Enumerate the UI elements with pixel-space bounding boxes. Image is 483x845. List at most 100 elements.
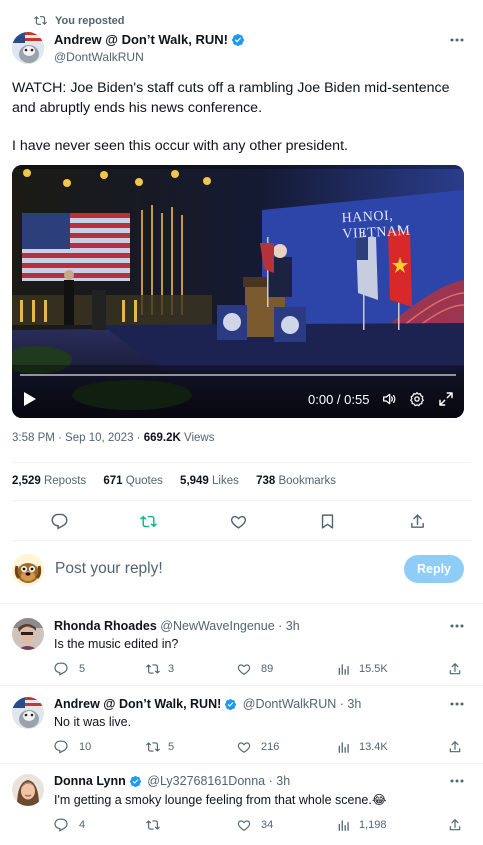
fullscreen-icon[interactable] bbox=[438, 391, 454, 407]
divider bbox=[0, 685, 483, 686]
author-handle[interactable]: @DontWalkRUN bbox=[54, 50, 144, 64]
verified-badge-icon bbox=[129, 775, 142, 791]
reply-actions: 5 3 89 15.5K bbox=[54, 662, 464, 678]
divider bbox=[0, 603, 483, 604]
current-user-avatar[interactable] bbox=[12, 554, 44, 586]
share-icon[interactable] bbox=[448, 662, 462, 676]
views-chart-icon bbox=[337, 740, 351, 754]
divider bbox=[12, 540, 471, 541]
reply-text: Is the music edited in? bbox=[54, 637, 179, 651]
repost-action[interactable] bbox=[146, 818, 166, 832]
reply-actions: 4 34 1,198 bbox=[54, 818, 464, 834]
more-options-icon[interactable] bbox=[448, 34, 466, 46]
reply-count: 5 bbox=[79, 663, 86, 675]
reply-action-icon[interactable] bbox=[51, 513, 68, 530]
reply-count: 10 bbox=[79, 741, 92, 753]
post-time-date[interactable]: 3:58 PM · Sep 10, 2023 · bbox=[12, 432, 144, 444]
post-timestamp[interactable]: 3:58 PM · Sep 10, 2023 · 669.2K Views bbox=[12, 432, 214, 444]
reply-author-avatar[interactable] bbox=[12, 774, 44, 806]
more-options-icon[interactable] bbox=[448, 775, 466, 787]
reply-handle-time[interactable]: @DontWalkRUN · 3h bbox=[243, 697, 362, 711]
author-name-row[interactable]: Andrew @ Don’t Walk, RUN! bbox=[54, 32, 245, 50]
divider bbox=[12, 500, 471, 501]
post-stats-row: 2,529 Reposts 671 Quotes 5,949 Likes 738… bbox=[12, 475, 336, 487]
repost-icon bbox=[34, 14, 47, 27]
repost-action[interactable]: 5 bbox=[146, 740, 174, 754]
views-action[interactable]: 15.5K bbox=[337, 662, 388, 676]
reply-action[interactable]: 10 bbox=[54, 740, 91, 754]
reply-handle-time[interactable]: @NewWaveIngenue · 3h bbox=[160, 619, 299, 633]
repost-icon bbox=[146, 662, 160, 676]
reply-icon bbox=[54, 740, 68, 754]
reply-author-avatar[interactable] bbox=[12, 618, 44, 650]
play-icon[interactable] bbox=[23, 391, 37, 407]
reposts-stat[interactable]: 2,529 Reposts bbox=[12, 475, 86, 487]
like-action[interactable]: 89 bbox=[237, 662, 273, 676]
reply-handle-time[interactable]: @Ly32768161Donna · 3h bbox=[147, 774, 290, 788]
author-name[interactable]: Andrew @ Don’t Walk, RUN! bbox=[54, 32, 228, 47]
views-action[interactable]: 1,198 bbox=[337, 818, 387, 832]
repost-count: 5 bbox=[168, 741, 175, 753]
like-action[interactable]: 216 bbox=[237, 740, 279, 754]
more-options-icon[interactable] bbox=[448, 620, 466, 632]
reply-icon bbox=[54, 662, 68, 676]
reply-icon bbox=[54, 818, 68, 832]
bookmarks-stat[interactable]: 738 Bookmarks bbox=[256, 475, 336, 487]
likes-stat[interactable]: 5,949 Likes bbox=[180, 475, 239, 487]
repost-action-icon[interactable] bbox=[140, 513, 157, 530]
repost-icon bbox=[146, 818, 160, 832]
verified-badge-icon bbox=[224, 698, 237, 714]
quotes-stat[interactable]: 671 Quotes bbox=[103, 475, 162, 487]
reply-author-avatar[interactable] bbox=[12, 697, 44, 729]
post-text: WATCH: Joe Biden's staff cuts off a ramb… bbox=[12, 78, 472, 156]
author-avatar[interactable] bbox=[12, 32, 44, 64]
reply-author-name[interactable]: Donna Lynn bbox=[54, 774, 126, 788]
video-player[interactable]: HANOI, VIETNAM 0:00 / 0:55 bbox=[12, 165, 464, 418]
video-frame bbox=[12, 165, 464, 418]
like-count: 216 bbox=[261, 741, 280, 753]
volume-icon[interactable] bbox=[381, 391, 397, 407]
reply-author-name[interactable]: Rhonda Rhoades bbox=[54, 619, 157, 633]
bookmark-action-icon[interactable] bbox=[319, 513, 336, 530]
reply-action[interactable]: 4 bbox=[54, 818, 85, 832]
share-action-icon[interactable] bbox=[409, 513, 426, 530]
views-label: Views bbox=[180, 432, 215, 444]
video-time: 0:00 / 0:55 bbox=[308, 392, 370, 407]
video-backdrop-text: HANOI, VIETNAM bbox=[341, 208, 411, 243]
reply-header: Andrew @ Don’t Walk, RUN! @DontWalkRUN ·… bbox=[54, 697, 361, 714]
more-options-icon[interactable] bbox=[448, 698, 466, 710]
post-text-line-2: and abruptly ends his news conference. bbox=[12, 100, 263, 116]
views-chart-icon bbox=[337, 818, 351, 832]
reply-text: I'm getting a smoky lounge feeling from … bbox=[54, 793, 387, 807]
reply-input[interactable]: Post your reply! bbox=[55, 560, 163, 578]
like-action-icon[interactable] bbox=[230, 513, 247, 530]
divider bbox=[0, 763, 483, 764]
views-count: 1,198 bbox=[359, 819, 387, 831]
settings-gear-icon[interactable] bbox=[409, 391, 425, 407]
reply-action[interactable]: 5 bbox=[54, 662, 85, 676]
views-count: 13.4K bbox=[359, 741, 388, 753]
reply-author-name[interactable]: Andrew @ Don’t Walk, RUN! bbox=[54, 697, 221, 711]
like-action[interactable]: 34 bbox=[237, 818, 273, 832]
views-count: 669.2K bbox=[143, 432, 181, 444]
repost-action[interactable]: 3 bbox=[146, 662, 174, 676]
reply-button[interactable]: Reply bbox=[404, 555, 464, 583]
repost-count: 3 bbox=[168, 663, 175, 675]
reply-actions: 10 5 216 13.4K bbox=[54, 740, 464, 756]
like-count: 34 bbox=[261, 819, 274, 831]
repost-banner-text: You reposted bbox=[55, 14, 125, 27]
like-count: 89 bbox=[261, 663, 274, 675]
verified-badge-icon bbox=[231, 33, 245, 50]
views-chart-icon bbox=[337, 662, 351, 676]
repost-banner: You reposted bbox=[34, 14, 124, 27]
post-text-line-1: WATCH: Joe Biden's staff cuts off a ramb… bbox=[12, 80, 450, 96]
divider bbox=[12, 462, 471, 463]
views-action[interactable]: 13.4K bbox=[337, 740, 388, 754]
video-progress-track[interactable] bbox=[20, 374, 456, 376]
views-count: 15.5K bbox=[359, 663, 388, 675]
share-icon[interactable] bbox=[448, 818, 462, 832]
share-icon[interactable] bbox=[448, 740, 462, 754]
reply-header: Rhonda Rhoades @NewWaveIngenue · 3h bbox=[54, 619, 300, 633]
heart-icon bbox=[237, 662, 251, 676]
reply-text: No it was live. bbox=[54, 715, 132, 729]
